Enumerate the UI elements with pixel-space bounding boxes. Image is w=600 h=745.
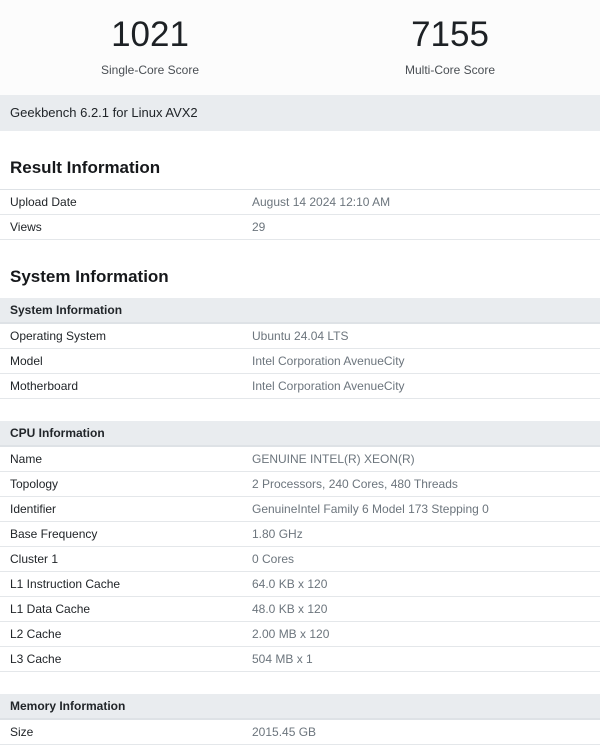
single-core-score-value: 1021 (0, 16, 300, 54)
table-row: Model Intel Corporation AvenueCity (0, 349, 600, 374)
row-value: 48.0 KB x 120 (242, 597, 600, 621)
table-row: Upload Date August 14 2024 12:10 AM (0, 190, 600, 215)
table-row: Views 29 (0, 215, 600, 240)
row-label: L1 Data Cache (0, 597, 242, 621)
row-value: 504 MB x 1 (242, 647, 600, 671)
row-value: 0 Cores (242, 547, 600, 571)
row-value: 2015.45 GB (242, 720, 600, 744)
cpu-information-subheader: CPU Information (0, 421, 600, 446)
table-row: L1 Instruction Cache 64.0 KB x 120 (0, 572, 600, 597)
row-value: Ubuntu 24.04 LTS (242, 324, 600, 348)
memory-information-table: Size 2015.45 GB (0, 719, 600, 745)
row-label: L3 Cache (0, 647, 242, 671)
row-value: 64.0 KB x 120 (242, 572, 600, 596)
row-label: Upload Date (0, 190, 242, 214)
table-row: Cluster 1 0 Cores (0, 547, 600, 572)
row-label: Cluster 1 (0, 547, 242, 571)
row-value: 2.00 MB x 120 (242, 622, 600, 646)
row-label: L2 Cache (0, 622, 242, 646)
table-row: L3 Cache 504 MB x 1 (0, 647, 600, 672)
benchmark-version-text: Geekbench 6.2.1 for Linux AVX2 (10, 105, 198, 120)
geekbench-result-page: 1021 Single-Core Score 7155 Multi-Core S… (0, 0, 600, 745)
row-label: Topology (0, 472, 242, 496)
table-row: Identifier GenuineIntel Family 6 Model 1… (0, 497, 600, 522)
benchmark-version-bar: Geekbench 6.2.1 for Linux AVX2 (0, 95, 600, 131)
cpu-information-table: Name GENUINE INTEL(R) XEON(R) Topology 2… (0, 446, 600, 672)
table-row: Operating System Ubuntu 24.04 LTS (0, 324, 600, 349)
row-value: GENUINE INTEL(R) XEON(R) (242, 447, 600, 471)
system-information-table: Operating System Ubuntu 24.04 LTS Model … (0, 323, 600, 399)
row-value: 2 Processors, 240 Cores, 480 Threads (242, 472, 600, 496)
row-label: Identifier (0, 497, 242, 521)
row-label: L1 Instruction Cache (0, 572, 242, 596)
multi-core-score-value: 7155 (300, 16, 600, 54)
table-row: Topology 2 Processors, 240 Cores, 480 Th… (0, 472, 600, 497)
row-label: Model (0, 349, 242, 373)
table-row: Base Frequency 1.80 GHz (0, 522, 600, 547)
row-label: Base Frequency (0, 522, 242, 546)
single-core-score-label: Single-Core Score (0, 63, 300, 77)
row-value: GenuineIntel Family 6 Model 173 Stepping… (242, 497, 600, 521)
single-core-score-card: 1021 Single-Core Score (0, 16, 300, 77)
row-label: Views (0, 215, 242, 239)
system-information-subheader: System Information (0, 298, 600, 323)
row-value: 1.80 GHz (242, 522, 600, 546)
system-information-section: System Information Operating System Ubun… (0, 298, 600, 399)
memory-information-section: Memory Information Size 2015.45 GB (0, 694, 600, 745)
row-value: Intel Corporation AvenueCity (242, 349, 600, 373)
row-label: Name (0, 447, 242, 471)
row-label: Operating System (0, 324, 242, 348)
table-row: Motherboard Intel Corporation AvenueCity (0, 374, 600, 399)
score-summary: 1021 Single-Core Score 7155 Multi-Core S… (0, 0, 600, 95)
cpu-information-section: CPU Information Name GENUINE INTEL(R) XE… (0, 421, 600, 672)
system-information-heading: System Information (0, 267, 600, 287)
result-information-heading: Result Information (0, 158, 600, 178)
row-value: August 14 2024 12:10 AM (242, 190, 600, 214)
table-row: L2 Cache 2.00 MB x 120 (0, 622, 600, 647)
multi-core-score-label: Multi-Core Score (300, 63, 600, 77)
result-information-table: Upload Date August 14 2024 12:10 AM View… (0, 189, 600, 240)
table-row: Name GENUINE INTEL(R) XEON(R) (0, 447, 600, 472)
row-label: Motherboard (0, 374, 242, 398)
row-label: Size (0, 720, 242, 744)
multi-core-score-card: 7155 Multi-Core Score (300, 16, 600, 77)
table-row: L1 Data Cache 48.0 KB x 120 (0, 597, 600, 622)
memory-information-subheader: Memory Information (0, 694, 600, 719)
row-value: Intel Corporation AvenueCity (242, 374, 600, 398)
row-value: 29 (242, 215, 600, 239)
table-row: Size 2015.45 GB (0, 720, 600, 745)
